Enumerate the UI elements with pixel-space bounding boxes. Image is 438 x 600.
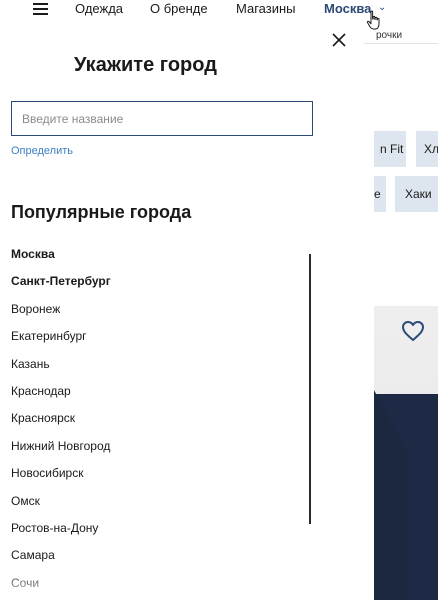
heart-icon[interactable]: [401, 320, 425, 342]
city-item-rostov-on-don[interactable]: Ростов-на-Дону: [11, 519, 301, 546]
nav-link-about-brand[interactable]: О бренде: [150, 1, 208, 16]
city-item-novosibirsk[interactable]: Новосибирск: [11, 464, 301, 491]
detect-location-link[interactable]: Определить: [11, 145, 73, 157]
city-item-omsk[interactable]: Омск: [11, 492, 301, 519]
nav-link-stores[interactable]: Магазины: [236, 1, 296, 16]
city-list: Москва Санкт-Петербург Воронеж Екатеринб…: [11, 245, 301, 600]
divider: [364, 43, 438, 44]
city-item-moscow[interactable]: Москва: [11, 245, 301, 272]
city-item-samara[interactable]: Самара: [11, 546, 301, 573]
city-item-voronezh[interactable]: Воронеж: [11, 300, 301, 327]
filter-chip-partial-2[interactable]: е: [374, 176, 386, 212]
nav-city-selector[interactable]: Москва: [324, 1, 371, 16]
panel-title: Укажите город: [74, 54, 217, 76]
city-item-kazan[interactable]: Казань: [11, 355, 301, 382]
hand-pointer-cursor-icon: [366, 10, 380, 30]
filter-chip-partial[interactable]: Хл: [416, 131, 438, 167]
city-item-krasnodar[interactable]: Краснодар: [11, 382, 301, 409]
product-image[interactable]: [374, 306, 438, 600]
city-item-nizhny-novgorod[interactable]: Нижний Новгород: [11, 437, 301, 464]
popular-cities-heading: Популярные города: [11, 202, 192, 222]
close-icon[interactable]: [331, 32, 347, 48]
city-search-input[interactable]: [11, 101, 313, 136]
nav-link-clothes[interactable]: Одежда: [75, 1, 123, 16]
city-item-yekaterinburg[interactable]: Екатеринбург: [11, 327, 301, 354]
city-item-sochi[interactable]: Сочи: [11, 574, 301, 600]
hamburger-menu-icon[interactable]: [33, 3, 48, 15]
city-list-scrollbar[interactable]: [309, 254, 311, 524]
filter-chip-fit[interactable]: n Fit: [374, 131, 406, 167]
city-item-krasnoyarsk[interactable]: Красноярск: [11, 409, 301, 436]
city-item-saint-petersburg[interactable]: Санкт-Петербург: [11, 272, 301, 299]
filter-chip-khaki[interactable]: Хаки: [395, 176, 438, 212]
